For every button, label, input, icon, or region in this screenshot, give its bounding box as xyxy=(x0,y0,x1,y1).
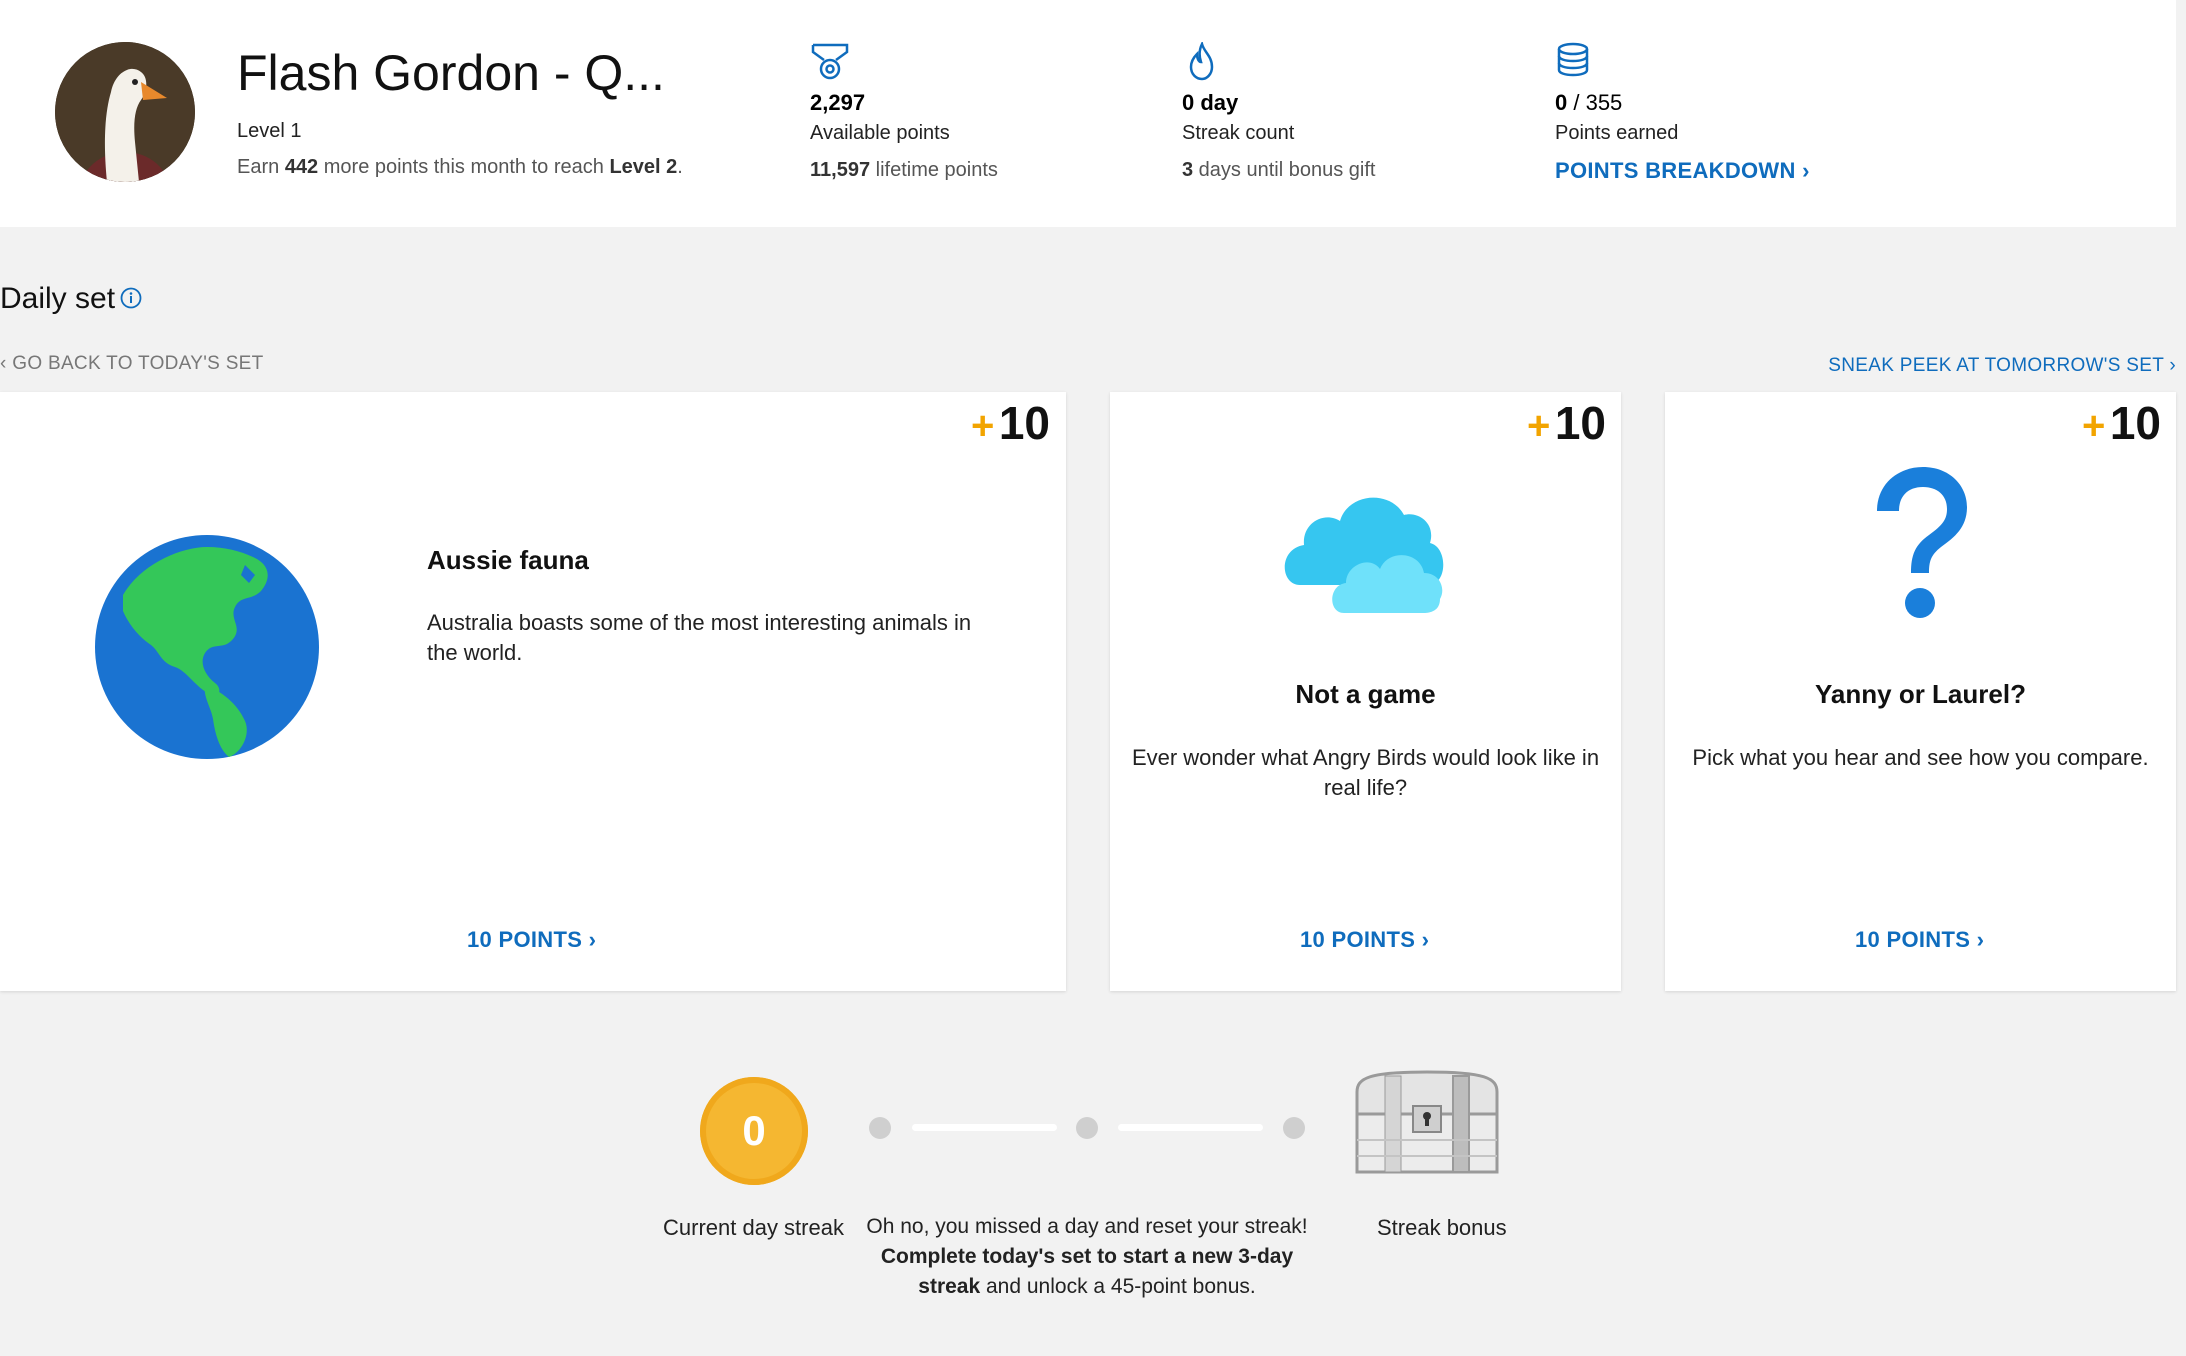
available-points-label: Available points xyxy=(810,122,950,144)
user-name: Flash Gordon - Q... xyxy=(237,45,665,101)
card-description: Pick what you hear and see how you compa… xyxy=(1692,745,2149,770)
bonus-gift-countdown: 3 days until bonus gift xyxy=(1182,159,1376,181)
card-description: Australia boasts some of the most intere… xyxy=(427,610,972,665)
globe-icon xyxy=(95,535,319,759)
lifetime-points: 11,597 lifetime points xyxy=(810,159,998,181)
card-points-badge: + 10 xyxy=(971,397,1050,449)
chevron-right-icon: › xyxy=(1976,927,1985,952)
chevron-right-icon: › xyxy=(2169,355,2176,376)
cloud-icon xyxy=(1280,485,1460,615)
card-points-link[interactable]: 10 POINTS › xyxy=(467,927,596,953)
card-description: Ever wonder what Angry Birds would look … xyxy=(1131,745,1600,800)
sneak-peek-link[interactable]: SNEAK PEEK AT TOMORROW'S SET › xyxy=(1828,355,2176,377)
chevron-left-icon: ‹ xyxy=(0,353,7,374)
flame-icon xyxy=(1182,40,1222,82)
treasure-chest-icon xyxy=(1353,1070,1501,1175)
chevron-right-icon: › xyxy=(588,927,597,952)
chevron-right-icon: › xyxy=(1421,927,1430,952)
level-label: Level 1 xyxy=(237,120,302,142)
coins-icon xyxy=(1555,42,1595,82)
card-points-link[interactable]: 10 POINTS › xyxy=(1300,927,1429,953)
streak-progress-dot xyxy=(1283,1117,1305,1139)
card-points-link[interactable]: 10 POINTS › xyxy=(1855,927,1984,953)
streak-bonus-label: Streak bonus xyxy=(1377,1215,1507,1240)
go-back-link[interactable]: ‹ GO BACK TO TODAY'S SET xyxy=(0,353,264,375)
info-icon[interactable] xyxy=(120,287,142,309)
streak-count-value: 0 day xyxy=(1182,90,1239,115)
card-title: Aussie fauna xyxy=(427,545,589,575)
streak-coin-value: 0 xyxy=(742,1107,766,1154)
medal-icon xyxy=(810,42,850,82)
card-points-badge: + 10 xyxy=(1527,397,1606,449)
points-earned-label: Points earned xyxy=(1555,122,1679,144)
level-progress-text: Earn 442 more points this month to reach… xyxy=(237,156,683,178)
streak-message: Oh no, you missed a day and reset your s… xyxy=(866,1215,1308,1298)
avatar[interactable] xyxy=(55,42,195,182)
streak-progress-dot xyxy=(1076,1117,1098,1139)
card-title: Not a game xyxy=(1295,679,1436,709)
daily-set-title: Daily set xyxy=(0,282,116,315)
streak-progress-dot xyxy=(869,1117,891,1139)
streak-progress-bar xyxy=(1118,1124,1263,1131)
profile-header xyxy=(0,0,2176,227)
card-points-badge: + 10 xyxy=(2082,397,2161,449)
card-title: Yanny or Laurel? xyxy=(1815,679,2026,709)
current-day-streak-label: Current day streak xyxy=(663,1215,844,1240)
points-earned-value: 0 / 355 xyxy=(1555,90,1623,115)
question-mark-icon xyxy=(1871,463,1971,623)
points-breakdown-link[interactable]: POINTS BREAKDOWN › xyxy=(1555,158,1810,184)
available-points-value: 2,297 xyxy=(810,90,866,115)
streak-progress-bar xyxy=(912,1124,1057,1131)
chevron-right-icon: › xyxy=(1802,158,1810,183)
streak-count-label: Streak count xyxy=(1182,122,1295,144)
